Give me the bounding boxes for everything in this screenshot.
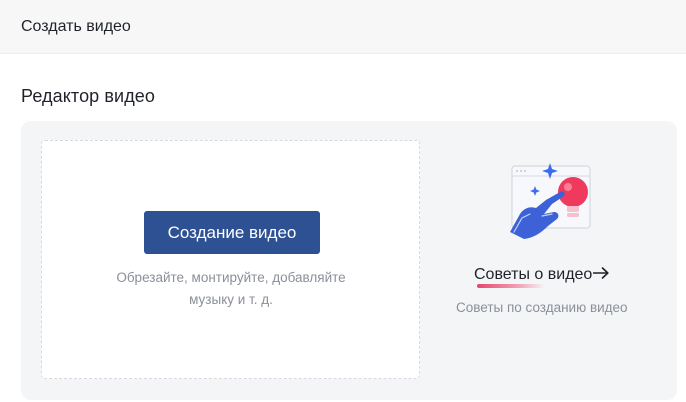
hand-tapping-lightbulb-icon [510, 163, 591, 239]
top-bar: Создать видео [0, 0, 686, 54]
upload-hint-line-2: музыку и т. д. [189, 292, 273, 307]
video-upload-zone[interactable]: Создание видео Обрезайте, монтируйте, до… [41, 140, 420, 379]
arrow-right-icon [593, 267, 609, 280]
video-tips-link-label: Советы о видео [474, 266, 593, 283]
create-video-button[interactable]: Создание видео [144, 211, 320, 254]
upload-hint: Обрезайте, монтируйте, добавляйте музыку… [82, 267, 380, 311]
video-tips-subtitle: Советы по созданию видео [456, 300, 628, 315]
page-title: Создать видео [21, 18, 131, 35]
upload-hint-line-1: Обрезайте, монтируйте, добавляйте [116, 270, 346, 285]
video-editor-title: Редактор видео [21, 86, 156, 106]
video-tips-link[interactable]: Советы о видео [474, 265, 609, 285]
